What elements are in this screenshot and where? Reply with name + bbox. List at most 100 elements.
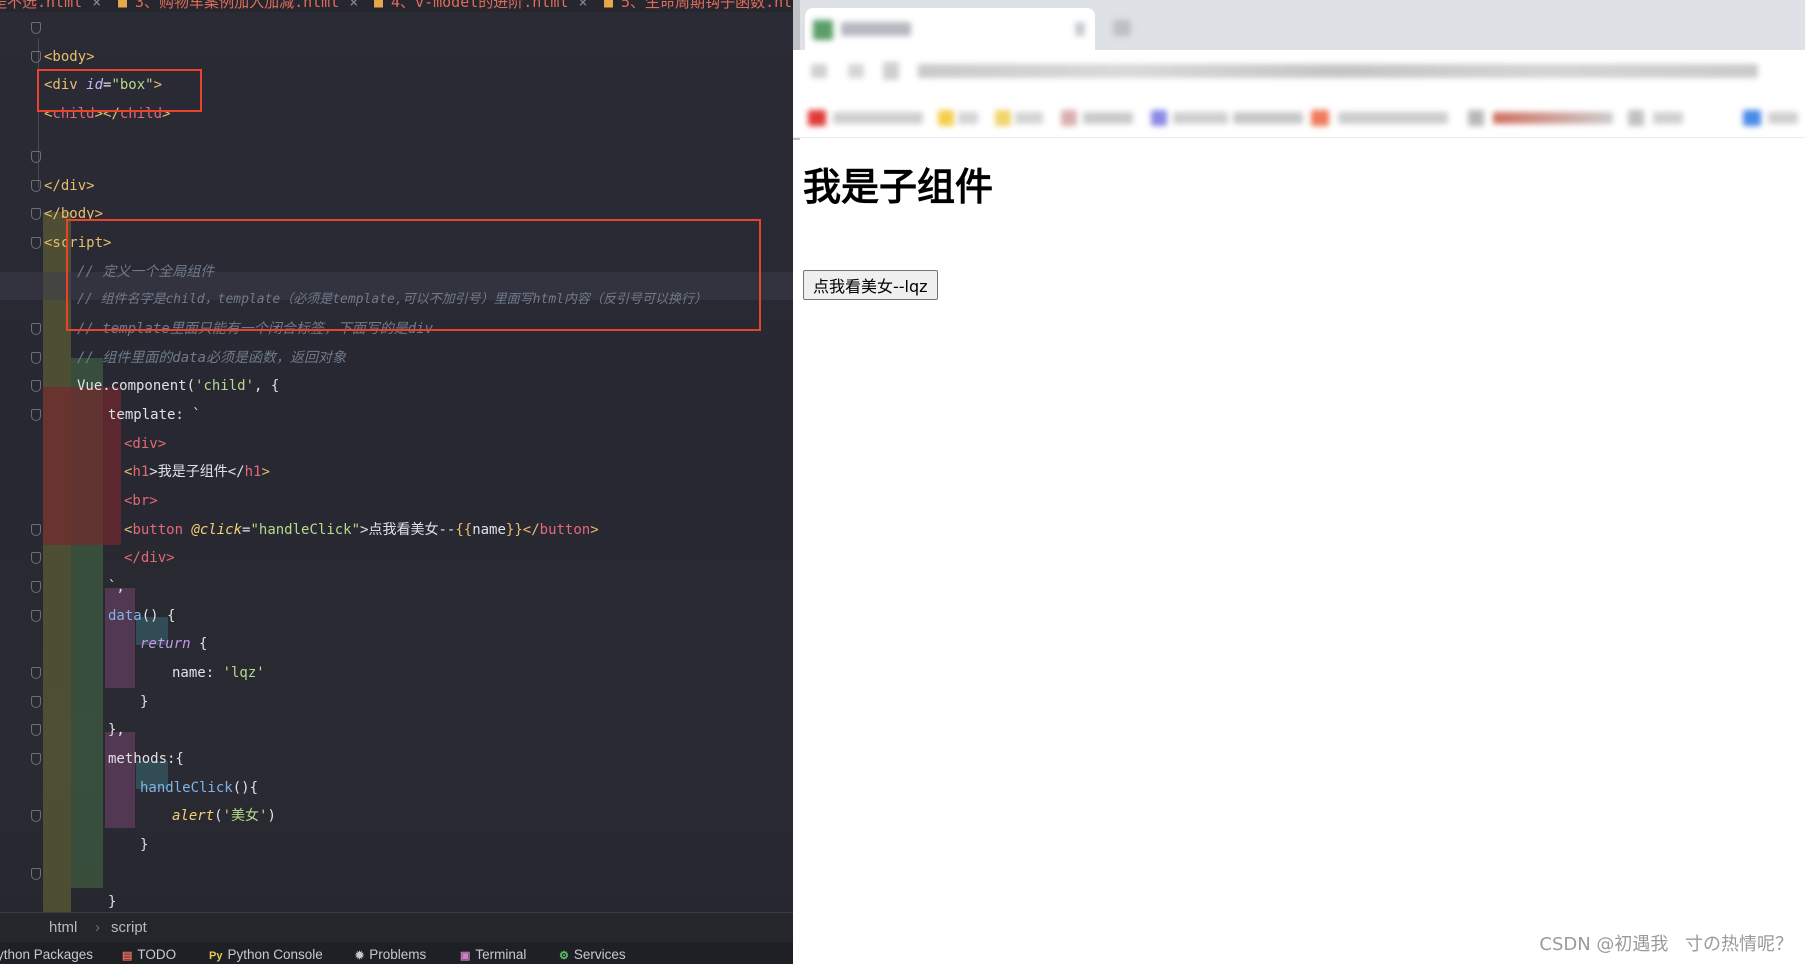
bookmark-icon[interactable]	[1628, 110, 1644, 126]
show-beauty-button[interactable]: 点我看美女--lqz	[803, 270, 938, 300]
new-tab-icon[interactable]	[1113, 20, 1131, 36]
child-component-heading: 我是子组件	[803, 165, 994, 209]
bookmarks-bar	[793, 98, 1805, 138]
bookmark-label[interactable]	[1083, 112, 1133, 124]
fold-marker-icon[interactable]	[31, 22, 41, 34]
bookmark-icon[interactable]	[1743, 110, 1761, 126]
fold-marker-icon[interactable]	[31, 810, 41, 823]
fold-marker-icon[interactable]	[31, 552, 41, 565]
fold-marker-icon[interactable]	[31, 724, 41, 737]
highlight-box-child-tag	[37, 69, 202, 112]
close-tab-icon[interactable]: ×	[578, 0, 587, 11]
code-line: `,	[0, 544, 793, 595]
favicon-icon	[813, 20, 833, 40]
file-tab[interactable]: ■ 3、购物车案例加入加减.html ×	[118, 0, 358, 11]
chevron-right-icon: ›	[95, 919, 100, 936]
close-tab-icon[interactable]	[1075, 22, 1085, 36]
fold-marker-icon[interactable]	[31, 237, 41, 249]
fold-marker-icon[interactable]	[31, 667, 41, 679]
python-console-icon: Py	[209, 950, 223, 962]
tool-todo[interactable]: ▤ TODO	[122, 947, 176, 962]
bookmark-label[interactable]	[1233, 112, 1303, 124]
tool-python-packages[interactable]: ython Packages	[0, 947, 93, 962]
bookmark-icon[interactable]	[995, 110, 1011, 126]
bookmark-label[interactable]	[1015, 112, 1043, 124]
code-line: methods:{	[0, 716, 793, 767]
code-line: </div>	[0, 516, 793, 566]
breadcrumb-item[interactable]: script	[111, 919, 147, 936]
close-tab-icon[interactable]: ×	[349, 0, 358, 11]
fold-marker-icon[interactable]	[31, 867, 41, 880]
code-line: }	[0, 860, 793, 910]
bookmark-label[interactable]	[1768, 112, 1798, 124]
code-line: handleClick(){	[0, 745, 793, 796]
bookmark-icon[interactable]	[1061, 110, 1077, 126]
browser-tab-active[interactable]	[805, 8, 1095, 50]
fold-marker-icon[interactable]	[31, 753, 41, 765]
bookmark-label[interactable]	[1493, 112, 1613, 124]
bookmark-label[interactable]	[958, 112, 978, 124]
bookmark-label[interactable]	[1173, 112, 1228, 124]
tool-terminal[interactable]: ▣ Terminal	[460, 947, 526, 962]
file-tab[interactable]: 是不选.html ×	[0, 0, 101, 11]
tool-services[interactable]: ⚙ Services	[559, 947, 626, 962]
file-tab[interactable]: ■ 4、v-model的进阶.html ×	[374, 0, 587, 11]
breadcrumb: html › script	[0, 912, 793, 942]
code-line: </body>	[0, 172, 793, 222]
fold-marker-icon[interactable]	[31, 179, 41, 192]
fold-marker-icon[interactable]	[31, 695, 41, 708]
file-tab-strip: 是不选.html × ■ 3、购物车案例加入加减.html × ■ 4、v-model的…	[0, 0, 793, 12]
code-line: return {	[0, 602, 793, 652]
bookmark-label[interactable]	[1338, 112, 1448, 124]
csdn-watermark: CSDN @初遇我ㅤ寸の热情呢？	[1539, 934, 1793, 955]
tool-window-bar: ython Packages ▤ TODO Py Python Console ✹ P…	[0, 942, 793, 964]
bookmark-icon[interactable]	[1311, 110, 1329, 126]
tool-problems[interactable]: ✹ Problems	[355, 947, 426, 962]
bookmark-label[interactable]	[833, 112, 923, 124]
code-line: </div>	[0, 143, 793, 194]
bookmark-label[interactable]	[1653, 112, 1683, 124]
fold-marker-icon[interactable]	[31, 351, 41, 364]
code-line: <h1>我是子组件</h1>	[124, 464, 270, 481]
code-line: }	[0, 659, 793, 710]
fold-marker-icon[interactable]	[31, 323, 41, 335]
code-line: <button @click="handleClick">点我看美女--{{na…	[124, 521, 599, 538]
back-icon[interactable]	[811, 64, 827, 78]
code-line: }	[0, 802, 793, 853]
bookmark-icon[interactable]	[1151, 110, 1167, 126]
fold-marker-icon[interactable]	[31, 380, 41, 393]
fold-marker-icon[interactable]	[31, 609, 41, 622]
fold-marker-icon[interactable]	[31, 409, 41, 421]
fold-marker-icon[interactable]	[31, 50, 41, 63]
todo-icon: ▤	[122, 950, 133, 962]
code-line: Vue.component('child', {	[0, 344, 793, 394]
services-icon: ⚙	[559, 950, 569, 962]
close-tab-icon[interactable]: ×	[92, 0, 101, 11]
tab-title-blurred	[841, 22, 911, 36]
fold-marker-icon[interactable]	[31, 523, 41, 536]
code-line: template: `	[0, 372, 793, 423]
code-area[interactable]: <body> <div id="box"> <child></child> </…	[0, 14, 793, 914]
bookmark-icon[interactable]	[1468, 110, 1484, 126]
fold-marker-icon[interactable]	[31, 208, 41, 221]
bookmark-icon[interactable]	[938, 110, 954, 126]
highlight-box-comments	[66, 219, 761, 331]
html-file-icon: ■	[604, 0, 614, 11]
forward-icon[interactable]	[848, 64, 864, 78]
fold-marker-icon[interactable]	[31, 151, 41, 163]
html-file-icon: ■	[374, 0, 384, 11]
fold-marker-icon[interactable]	[31, 581, 41, 593]
file-tab[interactable]: ■ 5、生命周期钩子函数.ht	[604, 0, 792, 11]
rendered-page: 我是子组件 点我看美女--lqz	[793, 140, 1805, 964]
html-file-icon: ■	[118, 0, 128, 11]
breadcrumb-item[interactable]: html	[49, 919, 77, 936]
url-blurred	[918, 64, 1758, 78]
code-line: <div>	[0, 401, 793, 452]
browser-window: 我是子组件 点我看美女--lqz CSDN @初遇我ㅤ寸の热情呢？	[793, 0, 1805, 964]
browser-tab-bar	[793, 0, 1805, 50]
bookmark-icon[interactable]	[808, 110, 826, 126]
tool-python-console[interactable]: Py Python Console	[209, 947, 323, 962]
reload-icon[interactable]	[883, 62, 899, 80]
address-bar[interactable]	[793, 50, 1805, 98]
code-line: },	[0, 688, 793, 738]
